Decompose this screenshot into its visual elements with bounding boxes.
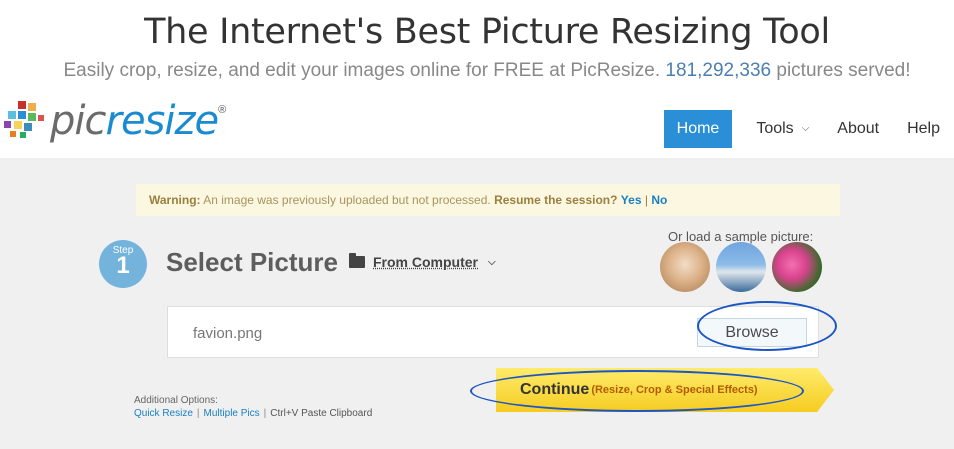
main-nav: Home Tools ⌵ About Help bbox=[663, 110, 954, 148]
picresize-logo[interactable]: picresize ® bbox=[2, 98, 226, 144]
logo-pic-text: pic bbox=[50, 98, 106, 144]
additional-options: Additional Options: Quick Resize | Multipl… bbox=[134, 394, 372, 420]
step-number: 1 bbox=[116, 252, 130, 279]
subtitle-suffix: pictures served! bbox=[776, 60, 911, 81]
selected-file-name: favion.png bbox=[193, 325, 263, 342]
site-header: picresize ® Home Tools ⌵ About Help bbox=[0, 92, 954, 158]
registered-mark: ® bbox=[218, 104, 227, 116]
warning-message: An image was previously uploaded but not… bbox=[203, 193, 491, 207]
continue-button[interactable]: Continue (Resize, Crop & Special Effects… bbox=[496, 368, 834, 412]
logo-resize-text: resize bbox=[105, 98, 220, 144]
sample-flower-thumbnail[interactable] bbox=[772, 242, 822, 292]
subtitle-text: Easily crop, resize, and edit your image… bbox=[63, 60, 661, 81]
nav-about[interactable]: About bbox=[823, 110, 893, 148]
nav-tools-label: Tools bbox=[756, 120, 794, 137]
folder-open-icon bbox=[349, 253, 365, 268]
quick-resize-link[interactable]: Quick Resize bbox=[134, 408, 193, 419]
nav-help[interactable]: Help bbox=[893, 110, 954, 148]
continue-sublabel: (Resize, Crop & Special Effects) bbox=[591, 384, 758, 396]
resume-session-warning: Warning: An image was previously uploade… bbox=[136, 184, 840, 216]
options-separator: | bbox=[263, 408, 267, 419]
multiple-pics-link[interactable]: Multiple Pics bbox=[204, 408, 260, 419]
nav-home[interactable]: Home bbox=[663, 110, 733, 148]
paste-clipboard-text: Ctrl+V Paste Clipboard bbox=[270, 408, 373, 419]
warning-separator: | bbox=[644, 193, 648, 207]
additional-options-label: Additional Options: bbox=[134, 395, 218, 406]
continue-label: Continue bbox=[520, 381, 590, 398]
nav-tools[interactable]: Tools ⌵ bbox=[742, 110, 823, 148]
options-separator: | bbox=[196, 408, 200, 419]
upload-panel: Warning: An image was previously uploade… bbox=[0, 158, 954, 449]
warning-label: Warning: bbox=[149, 193, 201, 207]
resume-question: Resume the session? bbox=[494, 193, 618, 207]
page-title: The Internet's Best Picture Resizing Too… bbox=[144, 12, 830, 52]
picresize-page: The Internet's Best Picture Resizing Too… bbox=[0, 0, 954, 449]
step-badge: Step 1 bbox=[99, 240, 147, 288]
file-input[interactable]: favion.png Browse bbox=[167, 306, 819, 358]
pictures-served-count: 181,292,336 bbox=[665, 60, 772, 81]
resume-yes-link[interactable]: Yes bbox=[621, 193, 642, 207]
chevron-down-icon: ⌵ bbox=[488, 256, 496, 268]
sample-city-thumbnail[interactable] bbox=[716, 242, 766, 292]
page-subtitle: Easily crop, resize, and edit your image… bbox=[0, 60, 954, 82]
logo-mosaic-icon bbox=[2, 99, 48, 143]
source-dropdown[interactable]: From Computer ⌵ bbox=[349, 253, 496, 270]
logo-wordmark: picresize bbox=[50, 98, 220, 144]
browse-button[interactable]: Browse bbox=[697, 318, 807, 347]
source-label: From Computer bbox=[373, 254, 478, 270]
select-picture-heading: Select Picture bbox=[166, 247, 338, 277]
resume-no-link[interactable]: No bbox=[651, 193, 667, 207]
chevron-down-icon: ⌵ bbox=[801, 123, 810, 134]
sample-dog-thumbnail[interactable] bbox=[660, 242, 710, 292]
